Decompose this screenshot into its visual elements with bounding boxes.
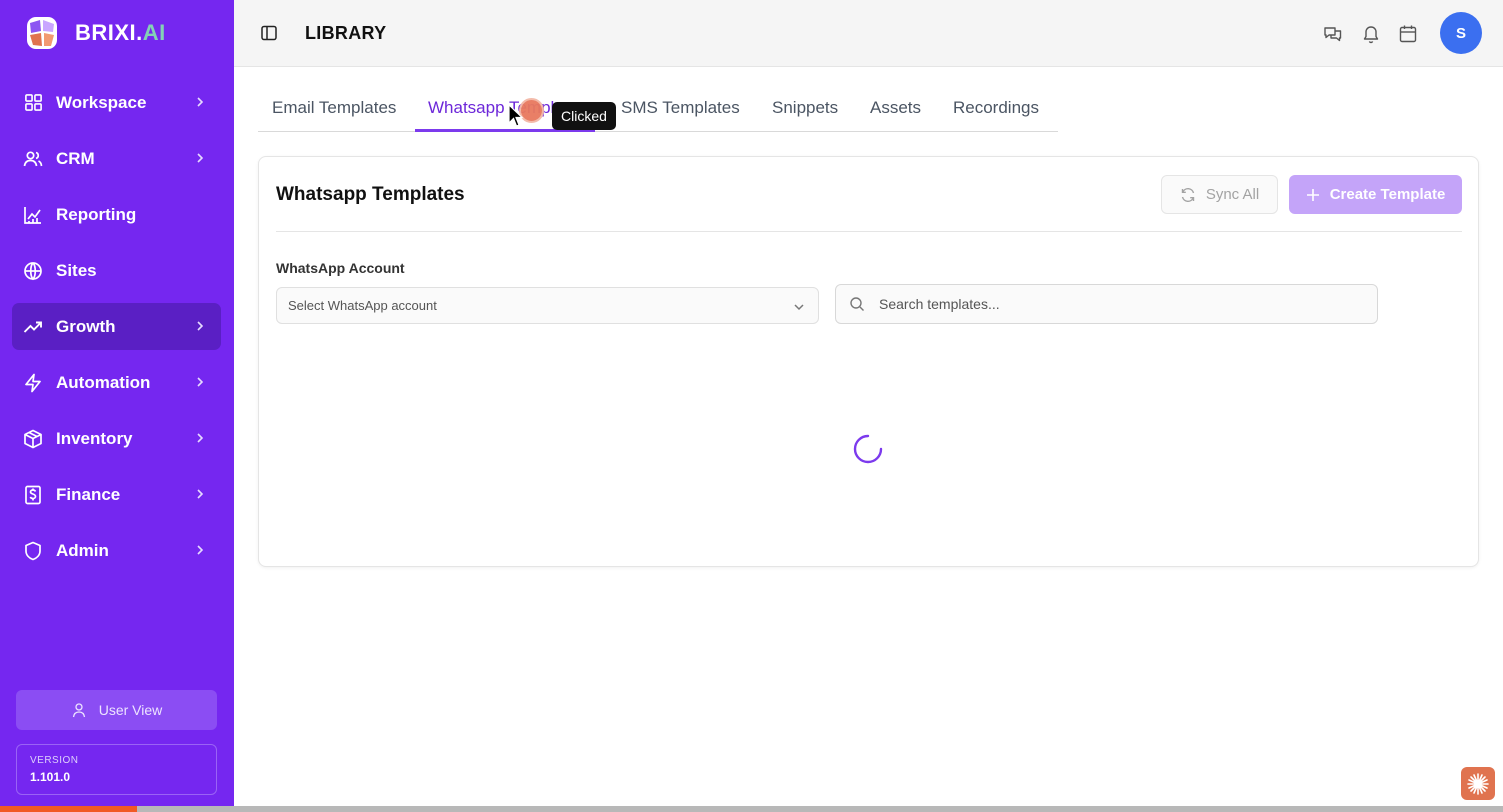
top-header: LIBRARY S	[234, 0, 1503, 67]
cursor-icon	[508, 104, 524, 127]
brand-suffix: AI	[142, 20, 166, 45]
sparkle-icon[interactable]	[1461, 767, 1495, 800]
bottom-progress-fill	[0, 806, 137, 812]
sync-all-label: Sync All	[1205, 186, 1260, 203]
sidebar-item-inventory[interactable]: Inventory	[12, 415, 221, 462]
version-value: 1.101.0	[30, 770, 71, 784]
chevron-right-icon	[197, 377, 204, 387]
calendar-icon[interactable]	[1398, 24, 1418, 44]
sidebar-toggle-icon[interactable]	[260, 24, 278, 42]
card-title: Whatsapp Templates	[276, 184, 465, 205]
sidebar-item-sites[interactable]: Sites	[12, 247, 221, 294]
sidebar-item-crm[interactable]: CRM	[12, 135, 221, 182]
brand-logo[interactable]: BRIXI.AI	[24, 15, 166, 51]
loading-spinner-icon	[853, 434, 883, 464]
divider	[276, 231, 1462, 232]
chevron-right-icon	[197, 97, 204, 107]
sidebar-item-label: Inventory	[56, 428, 133, 448]
sidebar-item-workspace[interactable]: Workspace	[12, 79, 221, 126]
chevron-right-icon	[197, 153, 204, 163]
globe-icon	[23, 261, 43, 281]
sidebar-nav: Workspace CRM Reporting Sites Growth Aut…	[12, 79, 221, 583]
sidebar: BRIXI.AI Workspace CRM Reporting Sites G…	[0, 0, 234, 812]
chat-icon[interactable]	[1323, 24, 1343, 44]
create-template-label: Create Template	[1329, 186, 1446, 203]
library-tabs: Email Templates Whatsapp Templates SMS T…	[258, 84, 1058, 132]
user-view-button[interactable]: User View	[16, 690, 217, 730]
sidebar-item-reporting[interactable]: Reporting	[12, 191, 221, 238]
chevron-right-icon	[197, 489, 204, 499]
search-icon	[850, 297, 864, 311]
sidebar-item-label: Sites	[56, 260, 97, 280]
sidebar-item-label: Automation	[56, 372, 151, 392]
chevron-right-icon	[197, 545, 204, 555]
users-icon	[23, 149, 43, 169]
select-value: Select WhatsApp account	[288, 298, 437, 313]
page-title: LIBRARY	[305, 23, 387, 43]
bell-icon[interactable]	[1361, 24, 1381, 44]
chart-icon	[23, 205, 43, 225]
user-view-label: User View	[98, 702, 163, 718]
clicked-tooltip: Clicked	[552, 102, 616, 130]
tab-email-templates[interactable]: Email Templates	[272, 98, 396, 118]
version-box: VERSION 1.101.0	[16, 744, 217, 795]
grid-icon	[23, 93, 43, 113]
chevron-right-icon	[197, 433, 204, 443]
search-input[interactable]	[879, 296, 1359, 312]
dollar-icon	[23, 485, 43, 505]
sidebar-item-label: Reporting	[56, 204, 137, 224]
create-template-button[interactable]: Create Template	[1289, 175, 1462, 214]
trending-up-icon	[23, 317, 43, 337]
user-icon	[72, 703, 85, 718]
sidebar-item-label: Admin	[56, 540, 109, 560]
zap-icon	[23, 373, 43, 393]
sync-all-button[interactable]: Sync All	[1161, 175, 1278, 214]
tab-snippets[interactable]: Snippets	[772, 98, 838, 118]
sidebar-item-automation[interactable]: Automation	[12, 359, 221, 406]
sidebar-item-admin[interactable]: Admin	[12, 527, 221, 574]
search-box	[835, 284, 1378, 324]
sidebar-item-label: Workspace	[56, 92, 147, 112]
version-label: VERSION	[30, 755, 79, 766]
box-icon	[23, 429, 43, 449]
sidebar-item-label: Finance	[56, 484, 121, 504]
whatsapp-account-select[interactable]: Select WhatsApp account	[276, 287, 819, 324]
tab-sms-templates[interactable]: SMS Templates	[621, 98, 740, 118]
refresh-icon	[1181, 187, 1195, 202]
whatsapp-templates-card: Whatsapp Templates Sync All Create Templ…	[258, 156, 1479, 567]
whatsapp-account-label: WhatsApp Account	[276, 260, 405, 276]
chevron-down-icon	[794, 304, 804, 311]
logo-mark-icon	[27, 17, 57, 49]
tab-recordings[interactable]: Recordings	[953, 98, 1039, 118]
brand-name: BRIXI.	[75, 20, 143, 45]
sidebar-item-finance[interactable]: Finance	[12, 471, 221, 518]
sidebar-item-growth[interactable]: Growth	[12, 303, 221, 350]
sidebar-item-label: Growth	[56, 316, 116, 336]
tab-assets[interactable]: Assets	[870, 98, 921, 118]
shield-icon	[23, 541, 43, 561]
avatar[interactable]: S	[1440, 12, 1482, 54]
plus-icon	[1306, 188, 1319, 201]
bottom-progress-track	[0, 806, 1503, 812]
chevron-right-icon	[197, 321, 204, 331]
sidebar-item-label: CRM	[56, 148, 95, 168]
